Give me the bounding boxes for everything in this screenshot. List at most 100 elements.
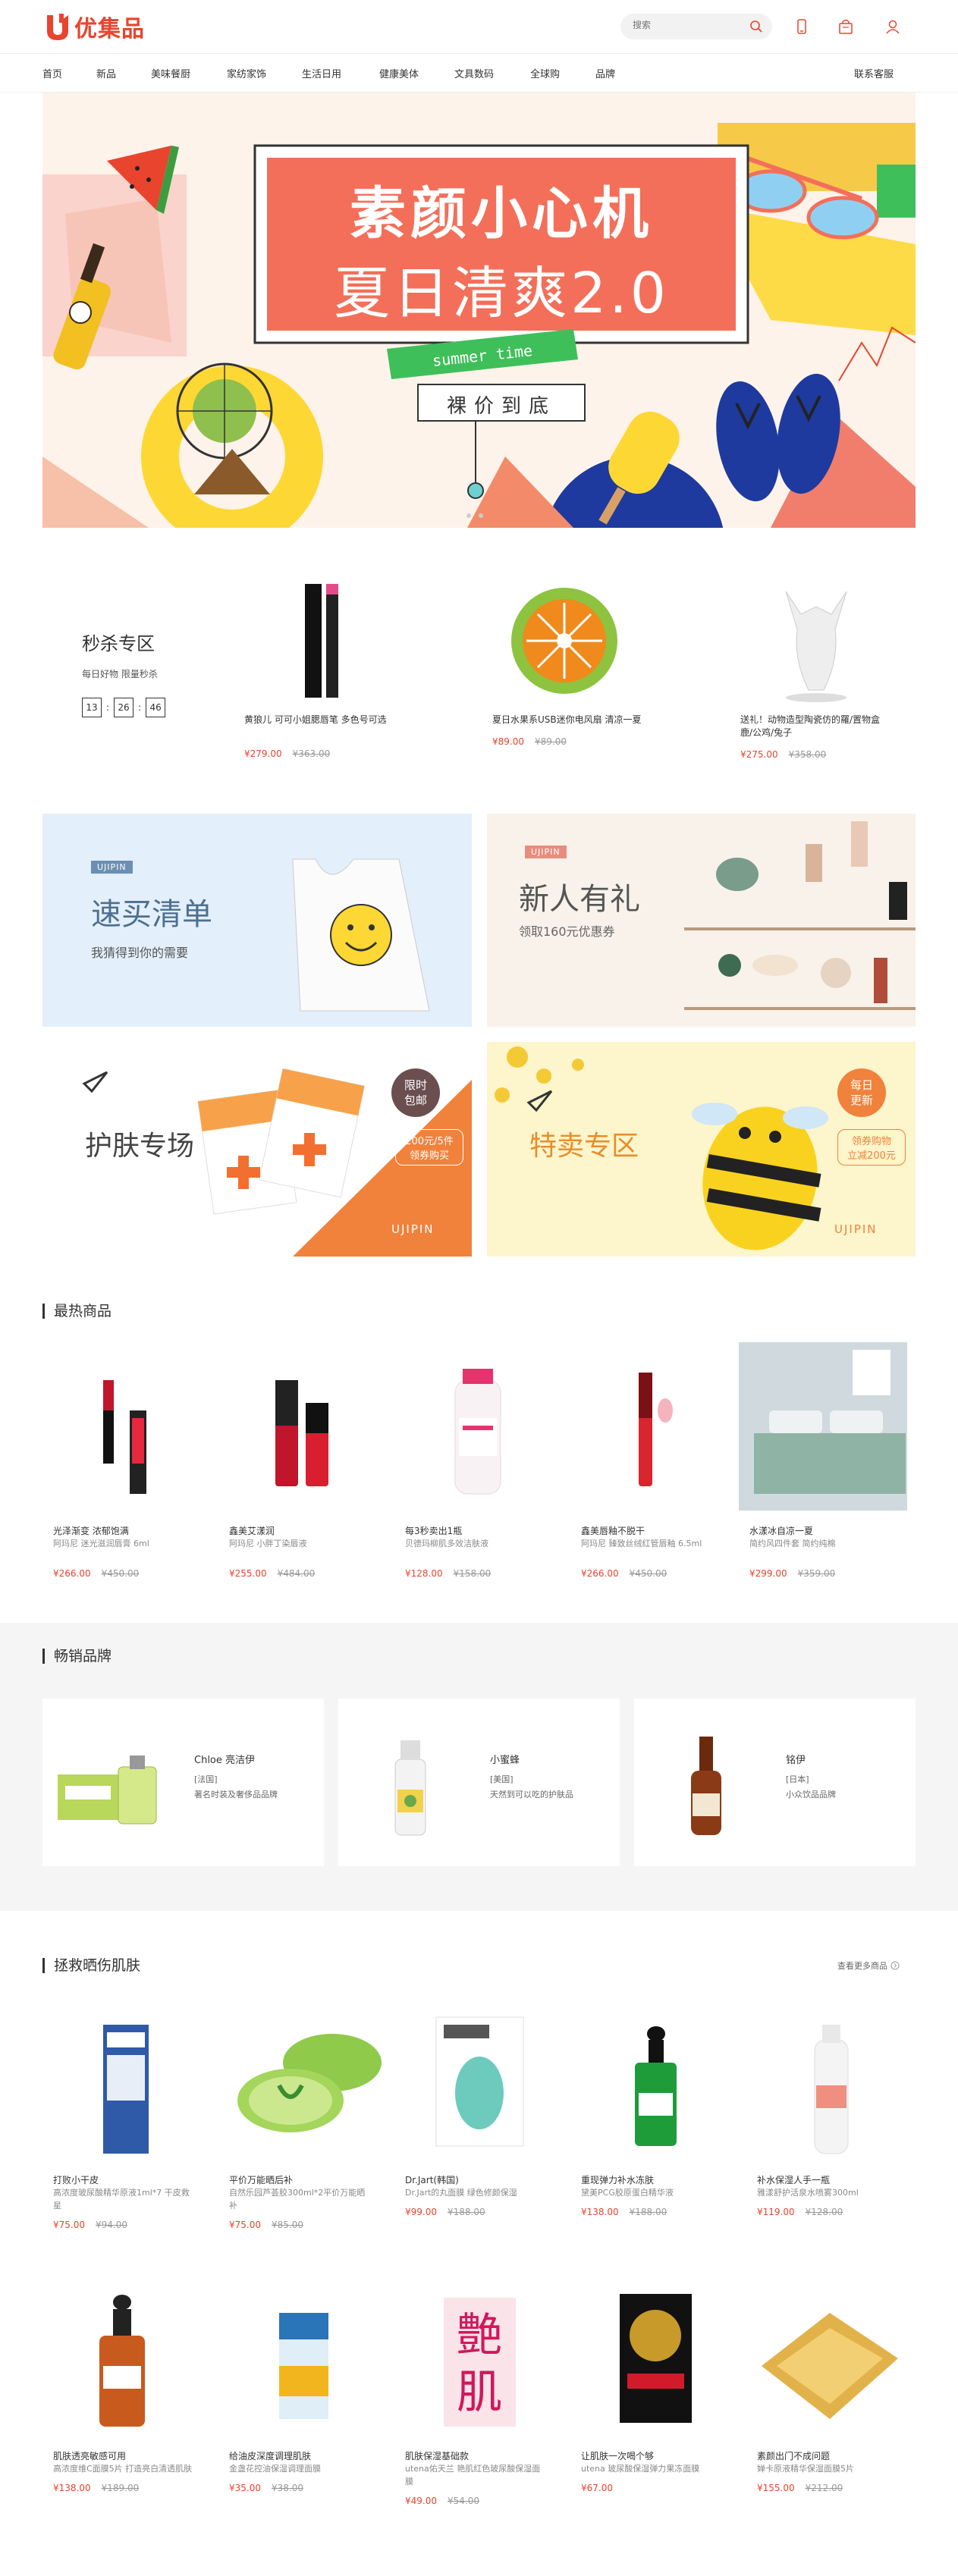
nav-item-global[interactable]: 全球购 (530, 66, 560, 80)
product-price: ¥119.00 (757, 2207, 795, 2217)
user-icon[interactable] (883, 17, 903, 36)
nav-item-kitchen[interactable]: 美味餐厨 (151, 66, 190, 80)
brand-image (691, 1737, 721, 1835)
brand-card[interactable]: Chloe 亮洁伊 [法国] 著名时装及奢侈品品牌 (42, 1699, 324, 1866)
timer-minutes: 26 (114, 698, 134, 717)
product-name: 水漾冰自凉一夏 (749, 1526, 814, 1536)
logo[interactable]: 优集品 (42, 10, 145, 43)
product-name: 送礼！动物造型陶瓷仿的羅/置物盒 鹿/公鸡/兔子 (740, 714, 881, 738)
hot-product[interactable]: 鑫美艾漾润 阿玛尼 小胖丁染唇液 ¥255.00 ¥484.00 (218, 1342, 387, 1580)
brand-image (58, 1756, 157, 1825)
product-name: 光泽渐变 浓郁饱满 (53, 1526, 129, 1536)
product-image (103, 2025, 149, 2154)
promo-subtitle: 领取160元优惠券 (519, 924, 615, 939)
main-nav: 首页 新品 美味餐厨 家纺家饰 生活日用 健康美体 文具数码 全球购 品牌 联系… (0, 53, 958, 93)
timer-hours: 13 (82, 698, 102, 717)
product-image (739, 1342, 907, 1511)
product-desc: 高浓度维C面膜5片 打造亮白清透肌肤 (53, 2464, 193, 2474)
brand-card[interactable]: 铭伊 [日本] 小众饮品品牌 (634, 1699, 916, 1866)
rescue-product[interactable]: Dr.Jart(韩国) Dr.Jart的丸面膜 绿色修颜保湿 ¥99.00 ¥18… (394, 2010, 563, 2218)
countdown-timer: 13: 26: 46 (82, 698, 166, 717)
rescue-product[interactable]: 补水保湿人手一瓶 雅漾舒护活泉水喷雾300ml ¥119.00 ¥128.00 (746, 2010, 915, 2218)
nav-item-health[interactable]: 健康美体 (379, 66, 419, 80)
product-price: ¥75.00 (53, 2220, 85, 2230)
hot-section-title: 最热商品 (42, 1304, 112, 1319)
rescue-product[interactable]: 艶肌 肌肤保湿基础款 utena佑天兰 艳肌红色玻尿酸保湿面膜 ¥49.00 ¥5… (394, 2283, 563, 2507)
promo-subtitle: 我猜得到你的需要 (91, 946, 189, 960)
flash-subtitle: 每日好物 限量秒杀 (82, 669, 158, 679)
search-input[interactable] (633, 20, 739, 30)
product-old-price: ¥158.00 (453, 1568, 492, 1579)
nav-item-new[interactable]: 新品 (96, 66, 116, 80)
promo-title: 速买清单 (91, 897, 212, 932)
rescue-product[interactable]: 给油皮深度调理肌肤 金盏花控油保湿调理面膜 ¥35.00 ¥38.00 (218, 2283, 387, 2494)
product-price: ¥255.00 (229, 1568, 267, 1579)
svg-text:艶: 艶 (457, 2309, 502, 2362)
rescue-product[interactable]: 肌肤透亮敏感可用 高浓度维C面膜5片 打造亮白清透肌肤 ¥138.00 ¥189.… (42, 2283, 211, 2494)
product-name: 素颜出门不成问题 (757, 2451, 831, 2461)
search-icon[interactable] (749, 20, 763, 33)
nav-item-home-textile[interactable]: 家纺家饰 (227, 66, 266, 80)
hot-product[interactable]: 每3秒卖出1瓶 贝德玛柳肌多效洁肤液 ¥128.00 ¥158.00 (394, 1342, 563, 1580)
nav-item-brand[interactable]: 品牌 (595, 66, 615, 80)
bag-icon[interactable] (836, 17, 856, 36)
hot-product[interactable]: 光泽渐变 浓郁饱满 阿玛尼 迷光滋润唇膏 6ml ¥266.00 ¥450.00 (42, 1342, 211, 1580)
product-price: ¥89.00 (492, 736, 524, 747)
view-more-label: 查看更多商品 (837, 1961, 887, 1971)
logo-mark-icon (47, 14, 68, 40)
product-price: ¥75.00 (229, 2220, 261, 2230)
promo-sale[interactable]: 特卖专区 每日 更新 领券购物 立减200元 UJIPIN (487, 1042, 916, 1257)
rescue-product[interactable]: 让肌肤一次喝个够 utena 玻尿酸保湿弹力果冻面膜 ¥67.00 (570, 2283, 739, 2494)
nav-item-contact[interactable]: 联系客服 (854, 66, 894, 80)
product-price: ¥155.00 (757, 2483, 795, 2493)
promo-title: 新人有礼 (519, 882, 640, 917)
product-old-price: ¥188.00 (448, 2207, 485, 2217)
product-name: 平价万能晒后补 (229, 2175, 294, 2185)
view-more-link[interactable]: 查看更多商品 (837, 1959, 900, 1972)
site-header: 优集品 (0, 0, 958, 53)
product-old-price: ¥363.00 (292, 748, 331, 759)
flash-item[interactable]: 夏日水果系USB迷你电风扇 清凉一夏 ¥89.00 ¥89.00 (492, 576, 667, 748)
nav-item-digital[interactable]: 文具数码 (454, 66, 494, 80)
product-name: 每3秒卖出1瓶 (405, 1526, 463, 1536)
nav-item-daily[interactable]: 生活日用 (302, 66, 341, 80)
hot-product[interactable]: 水漾冰自凉一夏 简约风四件套 简约纯棉 ¥299.00 ¥359.00 (739, 1342, 907, 1580)
product-old-price: ¥450.00 (629, 1568, 667, 1579)
brand-origin: [日本] (786, 1774, 809, 1784)
brand-origin: [美国] (490, 1774, 514, 1784)
product-old-price: ¥128.00 (805, 2207, 843, 2217)
search-box[interactable] (620, 14, 772, 39)
product-image (305, 584, 338, 698)
logo-text: 优集品 (74, 16, 145, 42)
product-desc: Dr.Jart的丸面膜 绿色修颜保湿 (405, 2188, 517, 2198)
product-desc: 阿玛尼 迷光滋润唇膏 6ml (53, 1539, 149, 1548)
promo-brand-tag: UJIPIN (391, 1222, 435, 1236)
flash-title: 秒杀专区 (82, 633, 155, 654)
rescue-product[interactable]: 平价万能晒后补 自然乐园芦荟胶300ml*2平价万能晒补 ¥75.00 ¥85.0… (218, 2010, 387, 2231)
promo-quick-list[interactable]: UJIPIN 速买清单 我猜得到你的需要 (42, 814, 472, 1027)
hot-product[interactable]: 鑫美唇釉不脱干 阿玛尼 臻致丝绒红管唇釉 6.5ml ¥266.00 ¥450.0… (570, 1342, 739, 1580)
product-desc: utena 玻尿酸保湿弹力果冻面膜 (581, 2464, 700, 2474)
rescue-product[interactable]: 重现弹力补水冻肤 黛美PCG胶原蛋白精华液 ¥138.00 ¥188.00 (570, 2010, 739, 2218)
product-desc: 贝德玛柳肌多效洁肤液 (405, 1539, 488, 1548)
product-price: ¥138.00 (53, 2483, 91, 2493)
rescue-product[interactable]: 素颜出门不成问题 婵卡原液精华保湿面膜5片 ¥155.00 ¥212.00 (746, 2283, 915, 2494)
banner-cta: 裸价到底 (446, 395, 556, 418)
flash-item[interactable]: 黄狼儿 可可小姐腮唇笔 多色号可选 ¥279.00 ¥363.00 (244, 576, 419, 760)
product-image (785, 591, 847, 702)
product-old-price: ¥212.00 (805, 2483, 843, 2493)
brand-card[interactable]: 小蜜蜂 [美国] 天然到可以吃的护肤品 (338, 1699, 620, 1866)
banner-subtitle: 夏日清爽2.0 (334, 261, 669, 326)
rescue-product[interactable]: 打败小干皮 高浓度玻尿酸精华原液1ml*7 干皮救星 ¥75.00 ¥94.00 (42, 2010, 211, 2231)
hero-banner[interactable]: 素颜小心机 夏日清爽2.0 summer time 裸价到底 (42, 93, 916, 528)
phone-icon[interactable] (792, 17, 812, 36)
brands-section-title: 畅销品牌 (42, 1649, 112, 1664)
promo-new-user[interactable]: UJIPIN 新人有礼 领取160元优惠券 (487, 814, 916, 1027)
product-price: ¥67.00 (581, 2483, 613, 2493)
flash-item[interactable]: 送礼！动物造型陶瓷仿的羅/置物盒 鹿/公鸡/兔子 ¥275.00 ¥358.00 (740, 576, 915, 761)
nav-item-home[interactable]: 首页 (42, 66, 62, 80)
promo-coupon: 200元/5件 领券购买 (395, 1129, 463, 1166)
product-desc: 金盏花控油保湿调理面膜 (229, 2464, 321, 2474)
product-image (814, 2025, 849, 2154)
promo-skincare[interactable]: 护肤专场 限时 包邮 200元/5件 领券购买 UJIPIN (42, 1042, 472, 1257)
